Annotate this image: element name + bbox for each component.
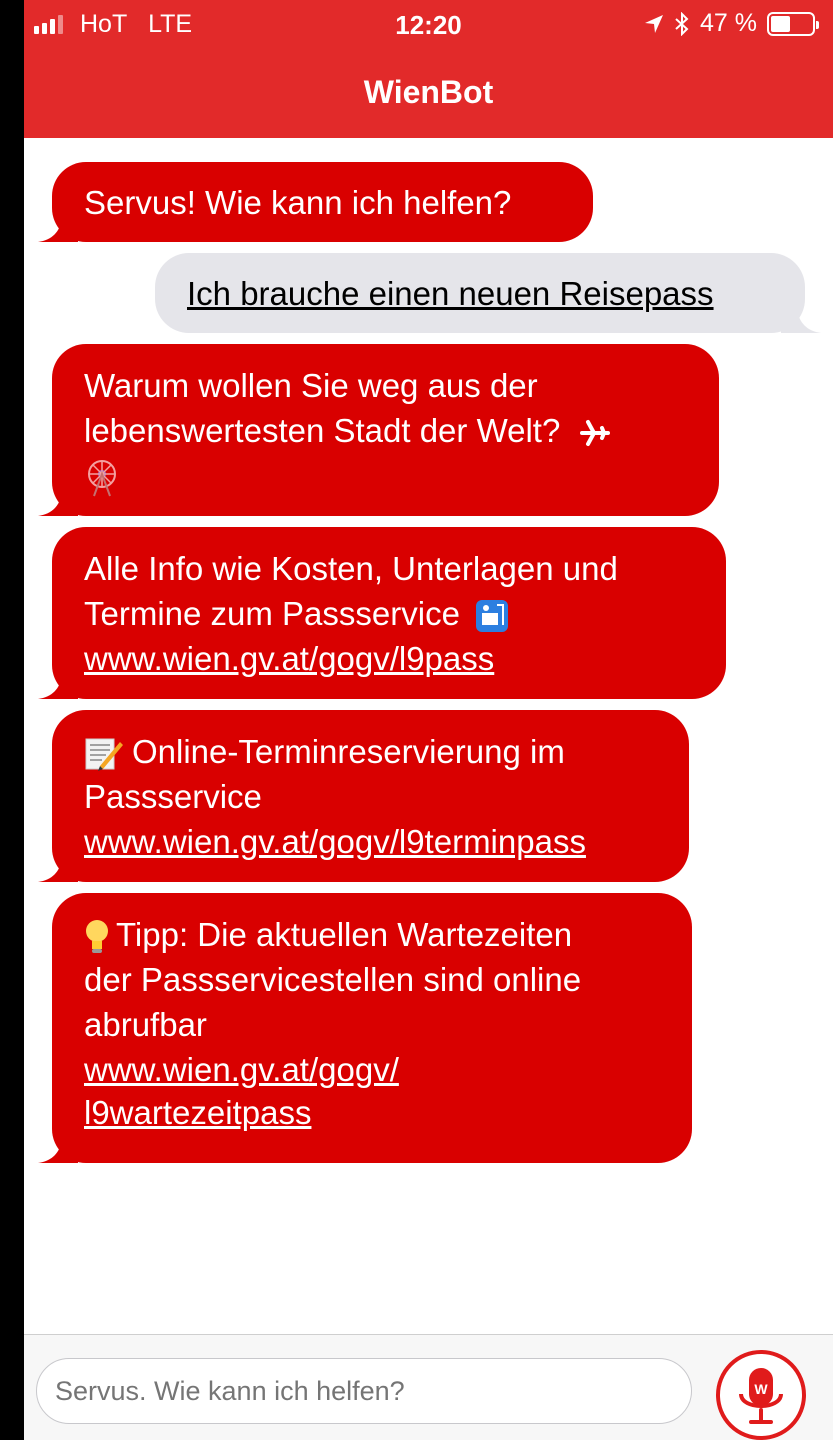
message-line: Warum wollen Sie weg aus der <box>84 367 538 404</box>
message-line: lebenswertesten Stadt der Welt? <box>84 412 561 449</box>
user-message: Ich brauche einen neuen Reisepass <box>155 253 821 333</box>
message-text[interactable]: Ich brauche einen neuen Reisepass <box>187 275 714 312</box>
terminpass-link[interactable]: www.wien.gv.at/gogv/l9terminpass <box>84 819 659 864</box>
bot-message: Warum wollen Sie weg aus der lebenswerte… <box>38 344 719 516</box>
location-arrow-icon <box>645 14 664 33</box>
chat-title: WienBot <box>363 74 494 110</box>
app-screen: HoT LTE 12:20 47 % WienBot Servus! Wie k… <box>24 0 833 1440</box>
bot-message: Online-Terminreservierung im Passservice… <box>38 710 689 882</box>
link-line[interactable]: l9wartezeitpass <box>84 1090 662 1135</box>
battery-percent: 47 % <box>700 9 757 37</box>
message-input[interactable] <box>36 1358 692 1424</box>
microphone-button[interactable]: W <box>716 1350 806 1440</box>
passservice-link[interactable]: www.wien.gv.at/gogv/l9pass <box>84 636 696 681</box>
bluetooth-icon <box>675 11 689 36</box>
message-line: Termine zum Passservice <box>84 595 460 632</box>
message-line: Tipp: Die aktuellen Wartezeiten <box>116 916 573 953</box>
message-line: Passservice <box>84 778 262 815</box>
bot-message: Tipp: Die aktuellen Wartezeiten der Pass… <box>38 893 692 1163</box>
link-line[interactable]: www.wien.gv.at/gogv/ <box>84 1047 662 1092</box>
status-bar: HoT LTE 12:20 47 % <box>24 0 833 48</box>
message-line: abrufbar <box>84 1006 207 1043</box>
status-right: 47 % <box>644 9 819 38</box>
header-bar: HoT LTE 12:20 47 % WienBot <box>24 0 833 138</box>
message-line: der Passservicestellen sind online <box>84 961 582 998</box>
message-text: Servus! Wie kann ich helfen? <box>84 184 512 221</box>
passport-control-emoji <box>476 600 509 633</box>
message-line: Alle Info wie Kosten, Unterlagen und <box>84 550 618 587</box>
bot-message: Alle Info wie Kosten, Unterlagen und Ter… <box>38 527 726 699</box>
bot-message: Servus! Wie kann ich helfen? <box>38 162 593 242</box>
wartezeit-link[interactable]: www.wien.gv.at/gogv/ l9wartezeitpass <box>84 1047 662 1135</box>
airplane-emoji <box>579 420 610 447</box>
memo-emoji <box>85 738 123 772</box>
message-line: Online-Terminreservierung im <box>132 733 565 770</box>
svg-text:W: W <box>754 1381 768 1397</box>
ferris-wheel-emoji <box>88 460 116 497</box>
battery-icon <box>767 11 819 36</box>
microphone-icon: W <box>739 1368 783 1424</box>
input-bar: W <box>24 1334 833 1440</box>
light-bulb-emoji <box>86 920 108 954</box>
